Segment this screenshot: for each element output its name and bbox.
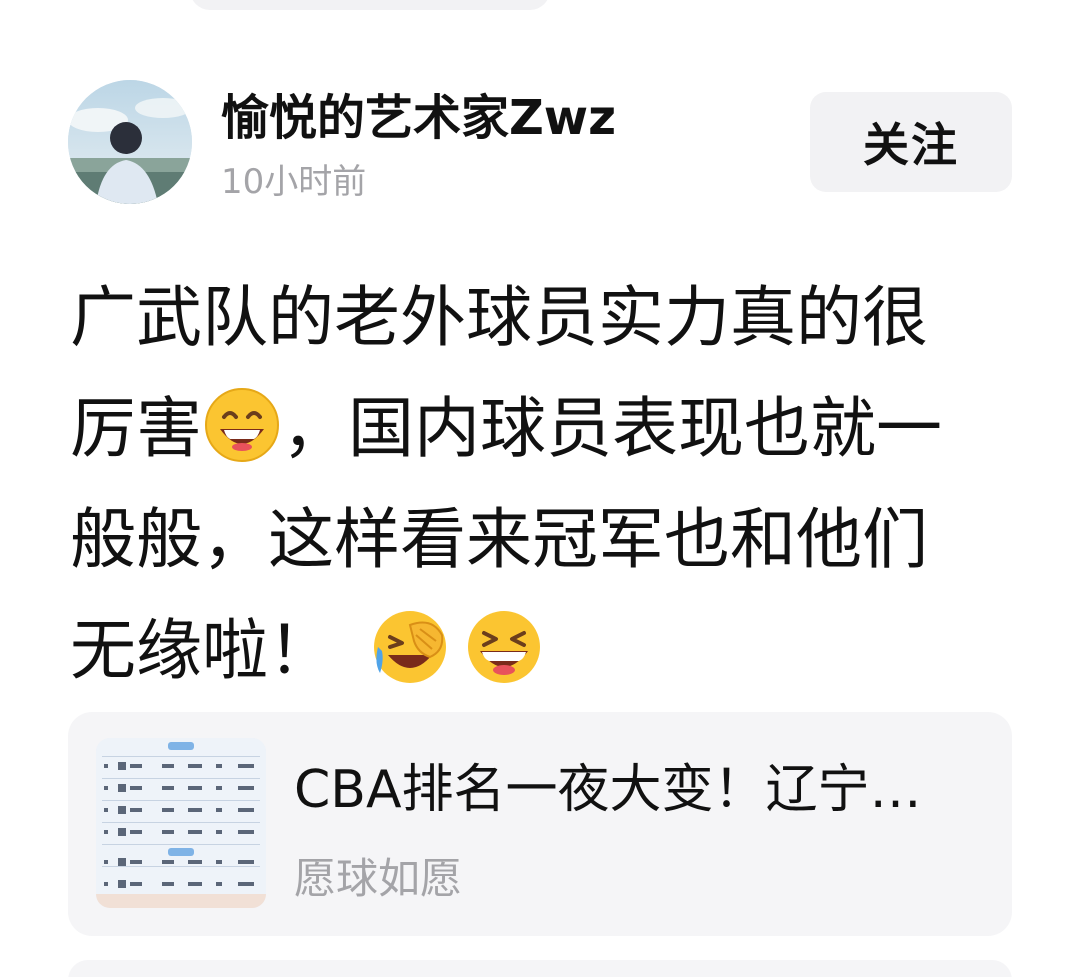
previous-item-edge (190, 0, 550, 10)
post-line-4: 无缘啦！ (70, 595, 1020, 706)
post-time: 10小时前 (221, 162, 367, 202)
thumbnail-table-icon (96, 738, 266, 908)
feed-page: 愉悦的艺术家Zwz 10小时前 关注 广武队的老外球员实力真的很 厉害 ，国内球… (0, 0, 1079, 977)
follow-button[interactable]: 关注 (810, 92, 1012, 192)
post-line-2-start: 厉害 (70, 390, 202, 467)
linked-article-source: 愿球如愿 (294, 854, 463, 903)
grinning-face-icon (205, 388, 279, 462)
post-line-4-text: 无缘啦！ (70, 612, 334, 689)
face-palm-laughing-icon (374, 611, 446, 683)
post-line-2-end: ，国内球员表现也就一 (282, 390, 942, 467)
author-name[interactable]: 愉悦的艺术家Zwz (221, 86, 616, 150)
standings-table-thumbnail (96, 738, 266, 908)
next-card-edge (68, 960, 1012, 977)
post-body: 广武队的老外球员实力真的很 厉害 ，国内球员表现也就一 般般，这样看来冠军也和他… (70, 262, 1020, 706)
linked-article-card[interactable]: CBA排名一夜大变！辽宁… 愿球如愿 (68, 712, 1012, 936)
avatar[interactable] (68, 80, 192, 204)
avatar-image-icon (68, 80, 192, 204)
linked-article-title[interactable]: CBA排名一夜大变！辽宁… (294, 758, 984, 822)
post-line-1: 广武队的老外球员实力真的很 (70, 279, 928, 356)
post-line-3: 般般，这样看来冠军也和他们 (70, 501, 928, 578)
laughing-face-icon (468, 611, 540, 683)
post-line-2: 厉害 ，国内球员表现也就一 (70, 373, 1020, 484)
